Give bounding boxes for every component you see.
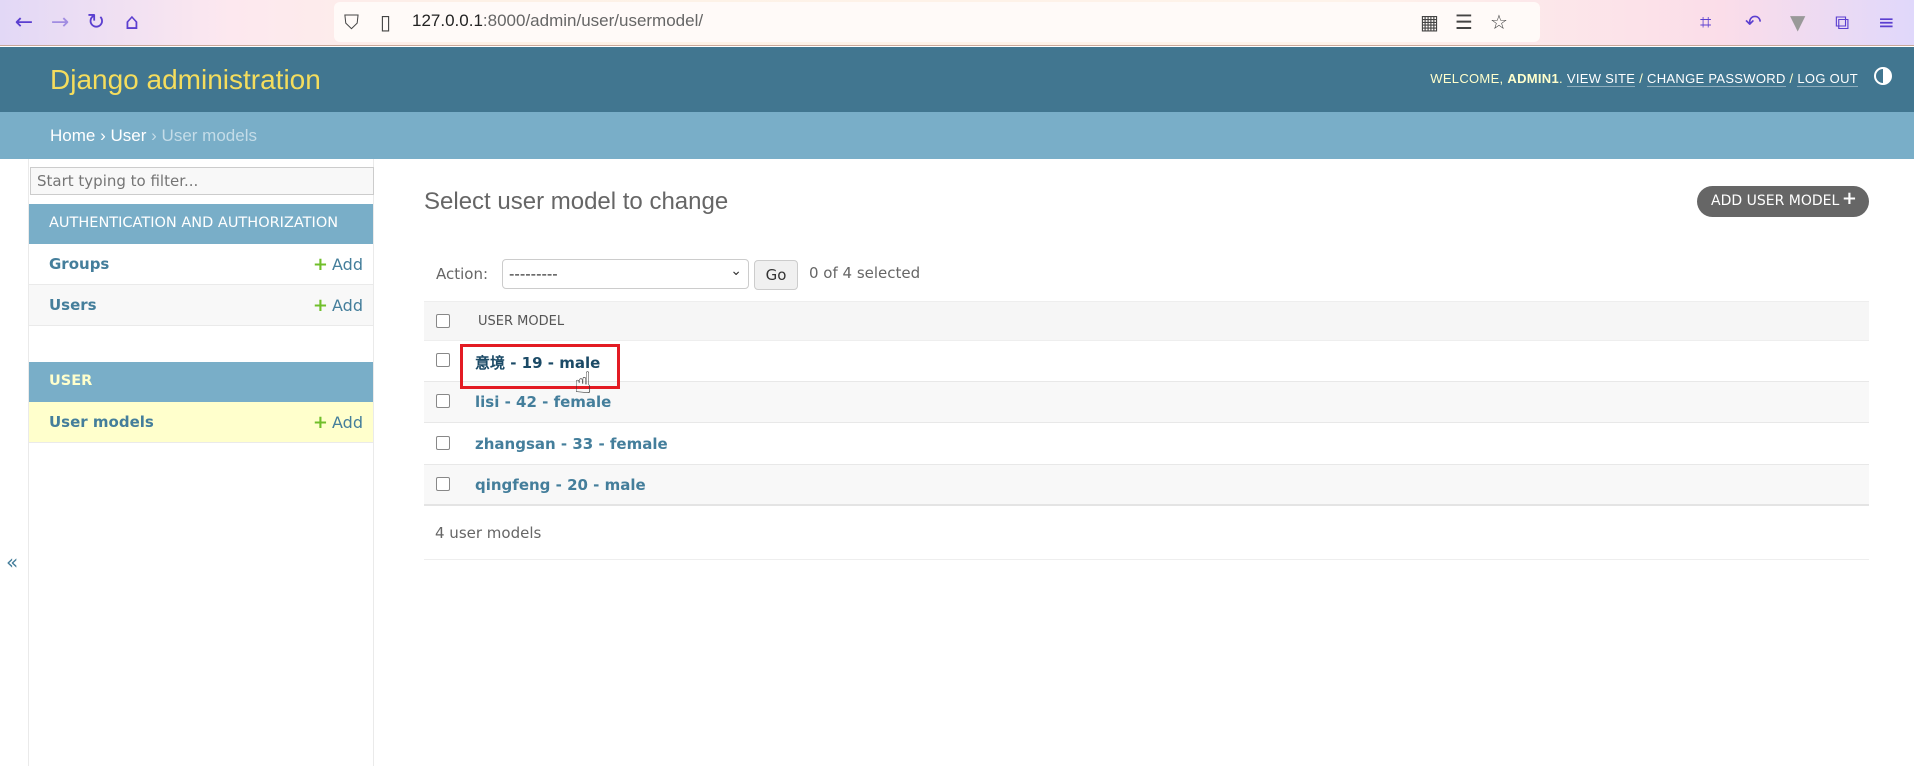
url-text[interactable]: 127.0.0.1:8000/admin/user/usermodel/: [412, 11, 703, 31]
plus-icon: +: [312, 295, 329, 316]
divider: [424, 559, 1869, 560]
add-label: Add: [332, 255, 363, 274]
breadcrumb: Home › User › User models: [0, 112, 1914, 159]
hand-cursor-icon: ☝: [574, 366, 593, 401]
add-label: Add: [332, 413, 363, 432]
go-button[interactable]: Go: [754, 260, 798, 290]
breadcrumb-separator: ›: [100, 126, 106, 145]
column-header-user-model[interactable]: USER MODEL: [478, 314, 564, 329]
view-site-link[interactable]: VIEW SITE: [1566, 71, 1636, 87]
change-password-link[interactable]: CHANGE PASSWORD: [1647, 71, 1786, 87]
sidebar-item-user-models[interactable]: User models + Add: [29, 402, 373, 443]
selection-counter: 0 of 4 selected: [809, 264, 921, 282]
vue-devtools-icon[interactable]: ▼: [1790, 10, 1805, 34]
forward-icon[interactable]: →: [46, 10, 74, 35]
back-icon[interactable]: ←: [10, 10, 38, 35]
sidebar-filter-input[interactable]: [30, 167, 374, 195]
add-label: Add: [332, 296, 363, 315]
breadcrumb-separator: ›: [151, 126, 157, 145]
nav-sidebar: AUTHENTICATION AND AUTHORIZATION Groups …: [28, 159, 374, 766]
action-value: ---------: [509, 265, 558, 283]
row-link[interactable]: zhangsan - 33 - female: [475, 435, 668, 453]
menu-icon[interactable]: ≡: [1878, 10, 1895, 34]
extensions-icon[interactable]: ⧉: [1835, 10, 1849, 34]
table-row: zhangsan - 33 - female: [424, 424, 1869, 465]
row-checkbox[interactable]: [436, 436, 450, 450]
log-out-link[interactable]: LOG OUT: [1797, 71, 1858, 87]
chevron-down-icon: ⌄: [730, 263, 742, 279]
breadcrumb-current: User models: [161, 126, 257, 145]
plus-icon: +: [312, 254, 329, 275]
action-select[interactable]: --------- ⌄: [502, 259, 749, 289]
select-all-checkbox[interactable]: [436, 314, 450, 328]
reload-icon[interactable]: ↻: [82, 10, 110, 35]
site-name[interactable]: Django administration: [50, 64, 321, 96]
sidebar-item-label[interactable]: Users: [49, 296, 97, 314]
row-checkbox[interactable]: [436, 394, 450, 408]
highlight-box: [460, 344, 620, 389]
site-header: Django administration WELCOME, ADMIN1. V…: [0, 47, 1914, 112]
sidebar-item-groups[interactable]: Groups + Add: [29, 244, 373, 285]
table-row: lisi - 42 - female: [424, 382, 1869, 423]
add-users-link[interactable]: + Add: [313, 295, 363, 316]
qr-code-icon[interactable]: ▦: [1420, 10, 1439, 34]
app-caption-auth[interactable]: AUTHENTICATION AND AUTHORIZATION: [29, 204, 373, 244]
user-tools: WELCOME, ADMIN1. VIEW SITE / CHANGE PASS…: [1430, 71, 1858, 87]
shield-icon: ⛉: [344, 10, 359, 34]
add-user-models-link[interactable]: + Add: [313, 412, 363, 433]
bookmark-star-icon[interactable]: ☆: [1490, 10, 1508, 34]
row-checkbox[interactable]: [436, 353, 450, 367]
theme-toggle-icon[interactable]: [1874, 67, 1892, 85]
sidebar-item-label[interactable]: User models: [49, 413, 154, 431]
add-groups-link[interactable]: + Add: [313, 254, 363, 275]
collapse-sidebar-icon[interactable]: «: [6, 550, 18, 574]
row-checkbox[interactable]: [436, 477, 450, 491]
app-caption-user[interactable]: USER: [29, 362, 373, 402]
welcome-text: WELCOME,: [1430, 71, 1504, 86]
crop-icon[interactable]: ⌗: [1700, 10, 1711, 34]
plus-icon: +: [312, 412, 329, 433]
row-link[interactable]: qingfeng - 20 - male: [475, 476, 646, 494]
add-button-label: ADD USER MODEL: [1711, 193, 1840, 209]
table-header: USER MODEL: [424, 301, 1869, 341]
table-row: 意境 - 19 - male: [424, 341, 1869, 382]
sidebar-item-users[interactable]: Users + Add: [29, 285, 373, 326]
page-icon: ▯: [380, 10, 392, 34]
plus-icon: +: [1841, 188, 1857, 209]
home-icon[interactable]: ⌂: [118, 10, 146, 35]
breadcrumb-home[interactable]: Home: [50, 126, 95, 145]
result-count: 4 user models: [435, 524, 542, 542]
browser-toolbar: ← → ↻ ⌂ ⛉ ▯ 127.0.0.1:8000/admin/user/us…: [0, 0, 1914, 46]
sidebar-item-label[interactable]: Groups: [49, 255, 109, 273]
add-user-model-button[interactable]: ADD USER MODEL +: [1697, 186, 1869, 217]
page-title: Select user model to change: [424, 188, 729, 215]
reader-view-icon[interactable]: ☰: [1455, 10, 1473, 34]
action-label: Action:: [436, 265, 489, 283]
username: ADMIN1: [1507, 71, 1560, 86]
breadcrumb-app[interactable]: User: [111, 126, 147, 145]
undo-icon[interactable]: ↶: [1745, 10, 1762, 34]
table-row: qingfeng - 20 - male: [424, 465, 1869, 506]
